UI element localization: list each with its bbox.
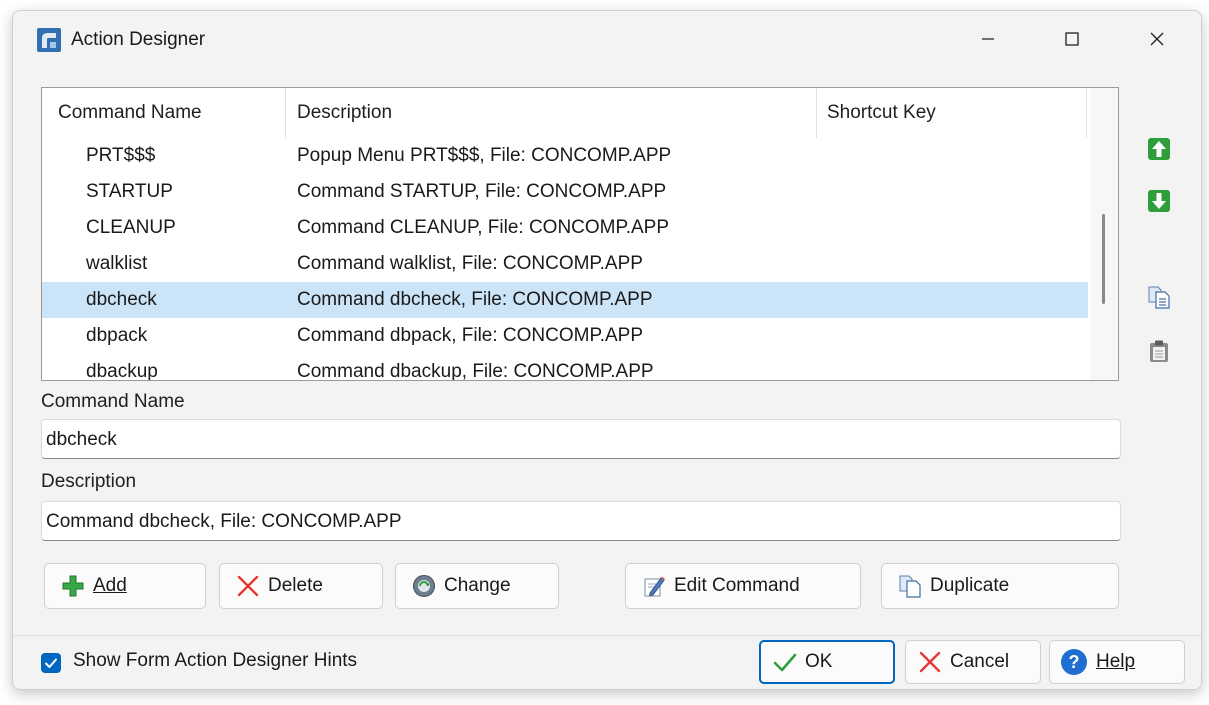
maximize-icon [1065, 32, 1079, 46]
edit-command-button-label: Edit Command [674, 575, 800, 596]
change-icon [413, 575, 435, 597]
row-description: Command dbackup, File: CONCOMP.APP [297, 361, 654, 381]
command-list[interactable]: Command Name Description Shortcut Key PR… [41, 87, 1119, 381]
dialog-footer: Show Form Action Designer Hints OK Cance… [13, 635, 1201, 689]
svg-text:?: ? [1069, 652, 1080, 672]
row-command-name: CLEANUP [86, 217, 176, 238]
app-logo-icon [37, 28, 61, 52]
help-button[interactable]: ? Help [1049, 640, 1185, 684]
list-row[interactable]: STARTUP Command STARTUP, File: CONCOMP.A… [42, 174, 1088, 210]
maximize-button[interactable] [1049, 19, 1095, 59]
add-button[interactable]: Add [44, 563, 206, 609]
ok-button[interactable]: OK [759, 640, 895, 684]
list-row[interactable]: walklist Command walklist, File: CONCOMP… [42, 246, 1088, 282]
duplicate-button[interactable]: Duplicate [881, 563, 1119, 609]
close-icon [1150, 32, 1164, 46]
list-row[interactable]: PRT$$$ Popup Menu PRT$$$, File: CONCOMP.… [42, 138, 1088, 174]
list-row-selected[interactable]: dbcheck Command dbcheck, File: CONCOMP.A… [42, 282, 1088, 318]
move-up-icon[interactable] [1147, 137, 1171, 161]
command-name-value: dbcheck [46, 429, 117, 450]
column-header-command-name[interactable]: Command Name [58, 88, 202, 138]
scrollbar-thumb[interactable] [1102, 214, 1105, 304]
column-divider[interactable] [285, 88, 286, 138]
window-title: Action Designer [71, 29, 206, 50]
row-command-name: STARTUP [86, 181, 173, 202]
checkmark-icon [45, 658, 57, 668]
delete-button-label: Delete [268, 575, 323, 596]
change-button-label: Change [444, 575, 511, 596]
copy-icon[interactable] [1147, 285, 1171, 309]
row-command-name: walklist [86, 253, 148, 274]
change-button[interactable]: Change [395, 563, 559, 609]
hints-checkbox-label[interactable]: Show Form Action Designer Hints [73, 650, 357, 672]
cancel-x-icon [919, 651, 941, 673]
row-description: Command dbpack, File: CONCOMP.APP [297, 325, 643, 346]
row-command-name: dbackup [86, 361, 158, 381]
vertical-scrollbar[interactable] [1090, 88, 1118, 380]
row-description: Popup Menu PRT$$$, File: CONCOMP.APP [297, 145, 672, 166]
list-row[interactable]: dbackup Command dbackup, File: CONCOMP.A… [42, 354, 1088, 381]
hints-checkbox[interactable] [41, 653, 61, 673]
row-description: Command dbcheck, File: CONCOMP.APP [297, 289, 653, 310]
list-header: Command Name Description Shortcut Key [42, 88, 1088, 138]
row-command-name: dbpack [86, 325, 148, 346]
title-bar: Action Designer [13, 11, 1201, 67]
column-header-shortcut-key[interactable]: Shortcut Key [827, 88, 936, 138]
duplicate-icon [899, 575, 921, 598]
minimize-icon [982, 38, 994, 40]
cancel-button-label: Cancel [950, 651, 1010, 672]
column-divider[interactable] [1086, 88, 1087, 138]
move-down-icon[interactable] [1147, 189, 1171, 213]
row-description: Command CLEANUP, File: CONCOMP.APP [297, 217, 670, 238]
check-icon [773, 653, 797, 672]
description-value: Command dbcheck, File: CONCOMP.APP [46, 511, 402, 532]
list-row[interactable]: CLEANUP Command CLEANUP, File: CONCOMP.A… [42, 210, 1088, 246]
row-description: Command walklist, File: CONCOMP.APP [297, 253, 643, 274]
help-button-label: Help [1096, 651, 1136, 672]
minimize-button[interactable] [965, 19, 1011, 59]
edit-command-button[interactable]: Edit Command [625, 563, 861, 609]
close-button[interactable] [1134, 19, 1180, 59]
column-header-description[interactable]: Description [297, 88, 392, 138]
column-divider[interactable] [816, 88, 817, 138]
edit-pencil-icon [644, 576, 665, 597]
add-button-label: Add [93, 575, 127, 596]
ok-button-label: OK [805, 651, 833, 672]
description-field[interactable]: Command dbcheck, File: CONCOMP.APP [41, 501, 1121, 541]
delete-button[interactable]: Delete [219, 563, 383, 609]
action-designer-window: Action Designer Command Name Description… [12, 10, 1202, 690]
list-row[interactable]: dbpack Command dbpack, File: CONCOMP.APP [42, 318, 1088, 354]
row-command-name: PRT$$$ [86, 145, 156, 166]
cancel-button[interactable]: Cancel [905, 640, 1041, 684]
duplicate-button-label: Duplicate [930, 575, 1010, 596]
help-icon: ? [1061, 649, 1087, 675]
command-name-field[interactable]: dbcheck [41, 419, 1121, 459]
delete-x-icon [237, 575, 259, 597]
command-name-label: Command Name [41, 391, 185, 412]
row-command-name: dbcheck [86, 289, 157, 310]
description-label: Description [41, 471, 137, 492]
paste-icon[interactable] [1147, 339, 1171, 363]
plus-icon [62, 575, 84, 597]
row-description: Command STARTUP, File: CONCOMP.APP [297, 181, 667, 202]
